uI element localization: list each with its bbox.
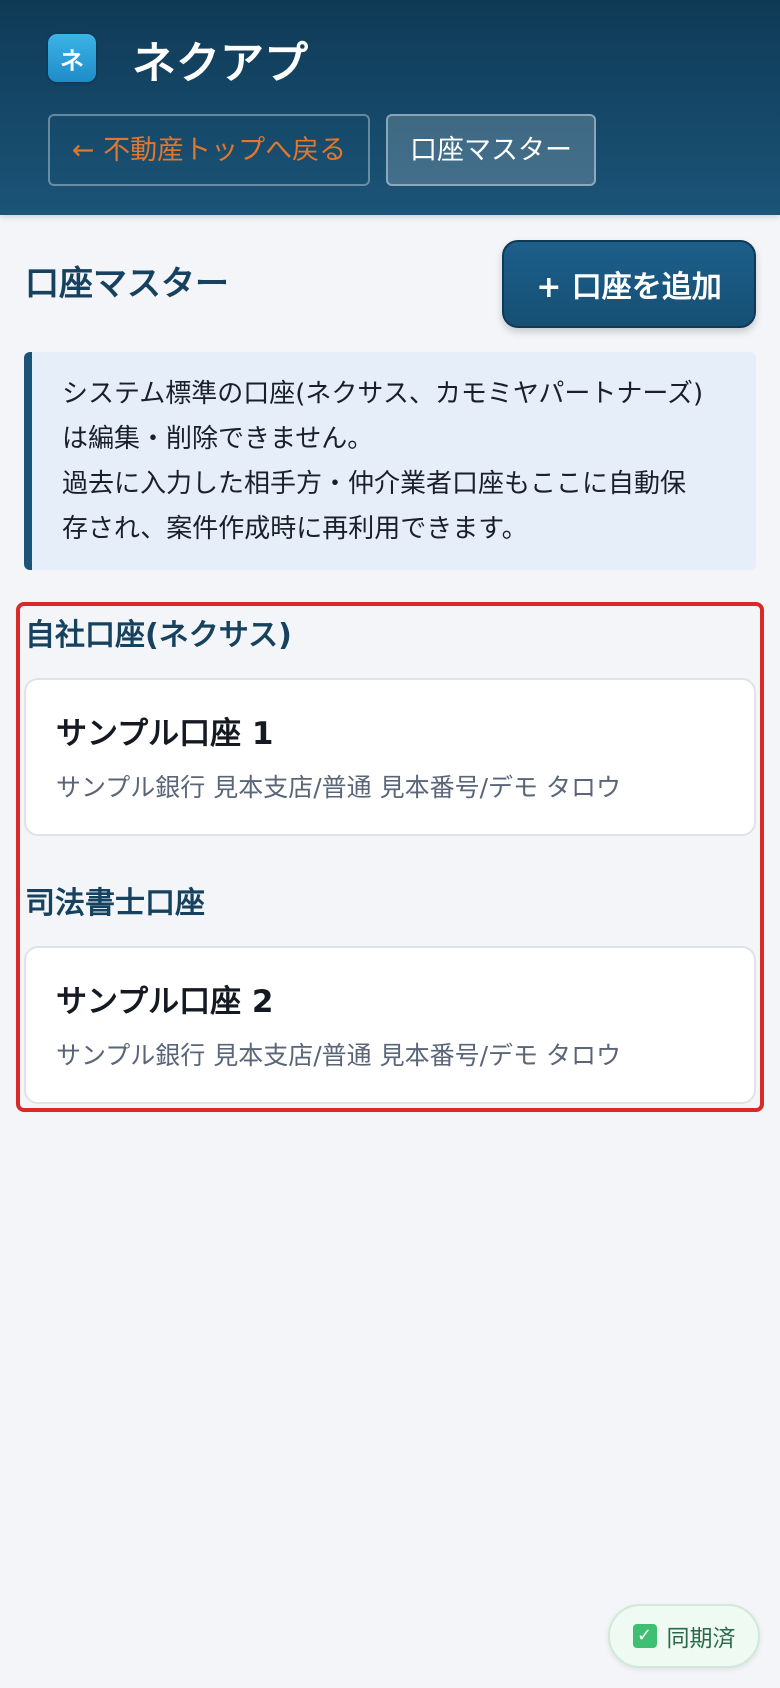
app-title: ネクアプ: [132, 38, 308, 89]
account-card[interactable]: サンプル口座 1 サンプル銀行 見本支店/普通 見本番号/デモ タロウ: [24, 678, 756, 836]
page-title: 口座マスター: [25, 264, 229, 304]
sync-status-badge: ✓ 同期済: [608, 1604, 760, 1668]
app-header: ネ ネクアプ ← 不動産トップへ戻る 口座マスター: [0, 0, 780, 215]
tab-account-master[interactable]: 口座マスター: [386, 114, 596, 186]
check-icon: ✓: [632, 1624, 657, 1648]
account-name: サンプル口座 1: [56, 716, 274, 752]
add-account-button[interactable]: + 口座を追加: [502, 240, 756, 328]
section-title-scrivener-accounts: 司法書士口座: [25, 886, 205, 921]
info-line: は編集・削除できません。: [62, 424, 374, 454]
app-logo-icon: ネ: [48, 34, 96, 82]
account-detail: サンプル銀行 見本支店/普通 見本番号/デモ タロウ: [56, 1041, 621, 1070]
account-card[interactable]: サンプル口座 2 サンプル銀行 見本支店/普通 見本番号/デモ タロウ: [24, 946, 756, 1104]
section-title-own-accounts: 自社口座(ネクサス): [25, 618, 292, 653]
back-to-realestate-top-button[interactable]: ← 不動産トップへ戻る: [48, 114, 370, 186]
info-line: 過去に入力した相手方・仲介業者口座もここに自動保: [62, 469, 687, 499]
info-notice: システム標準の口座(ネクサス、カモミヤパートナーズ) は編集・削除できません。 …: [24, 352, 756, 570]
sync-label: 同期済: [666, 1626, 736, 1652]
info-line: システム標準の口座(ネクサス、カモミヤパートナーズ): [62, 379, 704, 409]
info-line: 存され、案件作成時に再利用できます。: [62, 514, 528, 544]
account-detail: サンプル銀行 見本支店/普通 見本番号/デモ タロウ: [56, 773, 621, 802]
account-name: サンプル口座 2: [56, 984, 274, 1020]
